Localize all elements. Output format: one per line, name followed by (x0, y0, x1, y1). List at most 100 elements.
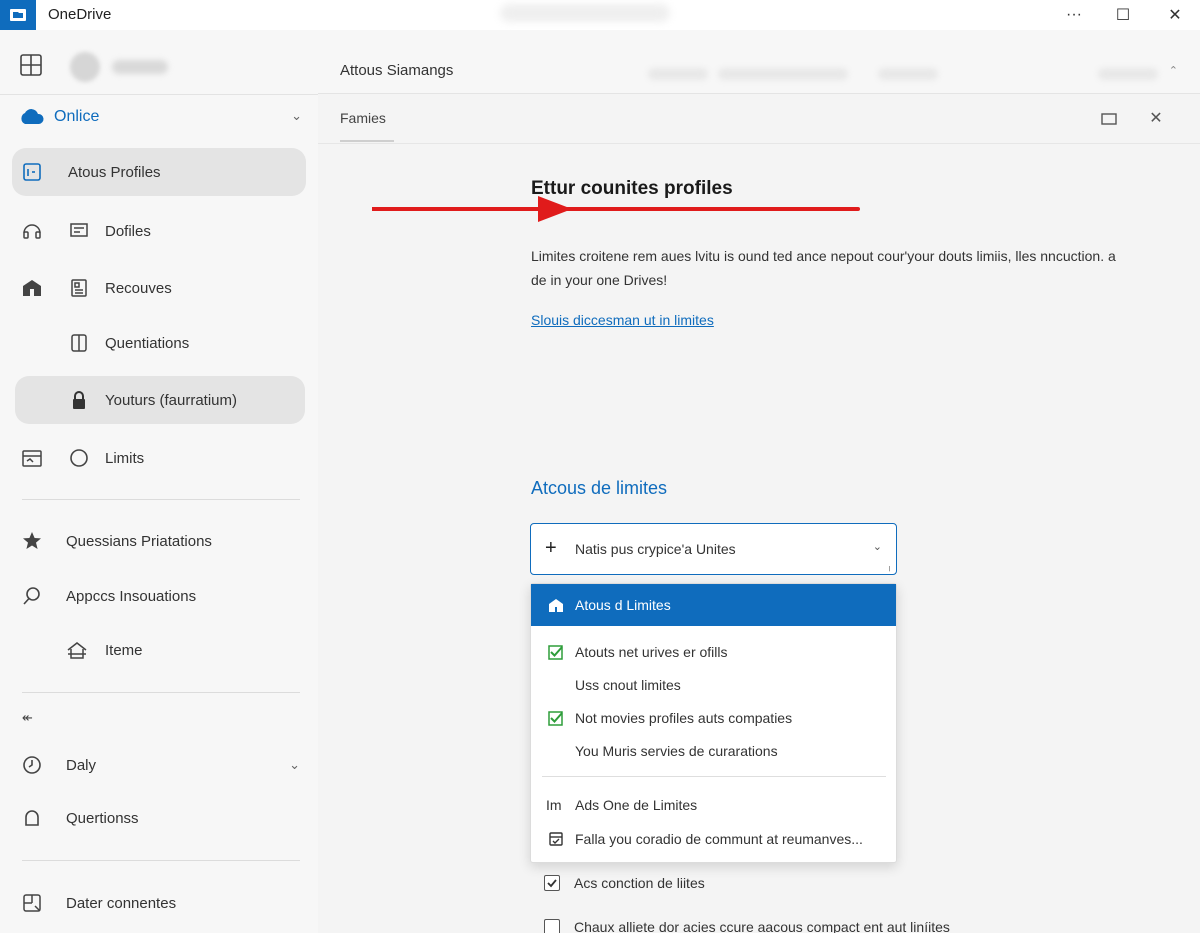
headset-icon (20, 219, 44, 243)
sidebar-item-daly[interactable]: Daly ⌄ (12, 741, 306, 789)
plus-icon: + (545, 537, 557, 559)
home-icon (66, 639, 88, 661)
calendar-icon (547, 830, 565, 848)
sidebar-item-label: Quentiations (105, 334, 190, 352)
sidebar-item-label: Dofiles (105, 222, 151, 240)
sidebar-item-iteme[interactable]: Iteme (12, 626, 306, 674)
dropdown-item-label: Uss cnout limites (575, 676, 681, 693)
header-blur (1098, 68, 1158, 80)
bell-icon (20, 806, 44, 830)
collapse-arrow-icon[interactable]: ↞ (22, 710, 33, 726)
checkbox-row[interactable]: Acs conction de liites (544, 871, 705, 895)
divider (22, 692, 300, 693)
restore-icon[interactable] (1098, 108, 1120, 130)
tab-famies[interactable]: Famies (340, 110, 394, 142)
checkbox-unchecked[interactable] (544, 919, 560, 933)
check-icon (547, 709, 565, 727)
document-icon (68, 277, 90, 299)
sidebar-item-quentiations[interactable]: Quentiations (12, 319, 306, 367)
dropdown-item-you-muris[interactable]: You Muris servies de curarations (531, 734, 896, 767)
check-icon (547, 643, 565, 661)
divider (22, 499, 300, 500)
cloud-icon (18, 108, 46, 126)
dropdown-item-label: Falla you coradio de communt at reumanve… (575, 830, 863, 847)
limits-combobox[interactable]: + Natis pus crypice'a Unites ⌄ ╷ (530, 523, 897, 575)
sidebar-item-dofiles[interactable]: Dofiles (12, 207, 306, 255)
header-blur (878, 68, 938, 80)
sidebar-item-limits[interactable]: Limits (12, 434, 306, 482)
main-header: Attous Siamangs ⌃ (318, 30, 1200, 94)
header-blur (648, 68, 708, 80)
lock-icon (68, 389, 90, 411)
sidebar-item-label: Youturs (faurratium) (105, 391, 237, 409)
dropdown-item-label: Atous d Limites (575, 597, 671, 613)
divider (0, 94, 318, 95)
checkbox-row[interactable]: Chaux alliete dor acies ccure aacous com… (544, 915, 950, 933)
chevron-down-icon[interactable]: ⌄ (289, 757, 300, 773)
description-text: Limites croitene rem aues lvitu is ound … (531, 248, 1116, 288)
sub-header: Famies ✕ (318, 94, 1200, 144)
sidebar-item-label: Atous Profiles (68, 163, 161, 181)
divider (22, 860, 300, 861)
dropdown-item-prefix: Im (546, 796, 562, 813)
chevron-down-icon[interactable]: ⌄ (291, 108, 302, 124)
sidebar-item-recouves[interactable]: Recouves (12, 264, 306, 312)
user-name-blur (112, 60, 168, 74)
panel-icon (68, 332, 90, 354)
star-icon (20, 529, 44, 553)
dropdown-item-ads-one[interactable]: Im Ads One de Limites (531, 788, 896, 821)
panel-close-button[interactable]: ✕ (1144, 106, 1168, 130)
sidebar-item-label: Recouves (105, 279, 172, 297)
divider (542, 776, 886, 777)
sidebar-item-label: Daly (66, 756, 97, 774)
learn-more-link[interactable]: Slouis diccesman ut in limites (531, 312, 714, 328)
note-icon (68, 220, 90, 242)
account-selector[interactable]: Onlice ⌄ (18, 104, 308, 130)
grid-icon[interactable] (18, 52, 46, 80)
dropdown-item-falla[interactable]: Falla you coradio de communt at reumanve… (531, 822, 896, 855)
close-button[interactable]: ✕ (1151, 0, 1199, 30)
dropdown-item-label: You Muris servies de curarations (575, 742, 778, 759)
sidebar-item-label: Quertionss (66, 809, 139, 827)
sidebar-item-label: Dater connentes (66, 894, 177, 912)
resize-handle-icon[interactable]: ╷ (887, 561, 892, 572)
tab-attous-siamangs[interactable]: Attous Siamangs (340, 62, 453, 79)
chevron-down-icon[interactable]: ⌄ (873, 540, 882, 553)
sidebar-item-quessians[interactable]: Quessians Priatations (12, 517, 306, 565)
circle-icon (68, 447, 90, 469)
page-title: Ettur counites profiles (531, 178, 733, 199)
avatar[interactable] (70, 52, 100, 82)
main-content: Attous Siamangs ⌃ Famies ✕ Ettur counite… (318, 30, 1200, 933)
onedrive-logo-icon (0, 0, 36, 30)
building-icon (20, 276, 44, 300)
checkbox-label: Chaux alliete dor acies ccure aacous com… (574, 919, 950, 933)
sidebar-item-quertionss[interactable]: Quertionss (12, 794, 306, 842)
checkbox-label: Acs conction de liites (574, 875, 705, 891)
sidebar-item-label: Limits (105, 449, 145, 467)
dropdown-item-label: Not movies profiles auts compaties (575, 709, 793, 726)
dropdown-item-not-movies[interactable]: Not movies profiles auts compaties (531, 701, 896, 734)
building-icon (547, 596, 565, 614)
dropdown-item-label: Atouts net urives er ofills (575, 643, 728, 660)
minimize-button[interactable]: ··· (1050, 0, 1098, 30)
checkbox-checked[interactable] (544, 875, 560, 891)
sidebar-item-label: Appccs Insouations (66, 587, 197, 605)
chevron-up-icon[interactable]: ⌃ (1169, 64, 1178, 77)
limits-dropdown: Atous d Limites Atouts net urives er ofi… (530, 583, 897, 863)
sidebar-item-atous-profiles[interactable]: Atous Profiles (12, 148, 306, 196)
sidebar-item-appccs[interactable]: Appccs Insouations (12, 572, 306, 620)
combobox-value: Natis pus crypice'a Unites (575, 541, 736, 557)
app-title: OneDrive (48, 6, 112, 23)
dropdown-item-atous-limites[interactable]: Atous d Limites (531, 584, 896, 626)
maximize-button[interactable]: ☐ (1099, 0, 1147, 30)
dropdown-item-uss-cnout[interactable]: Uss cnout limites (531, 668, 896, 701)
annotation-underline (531, 207, 860, 211)
dropdown-item-label: Ads One de Limites (575, 796, 698, 813)
sidebar-item-label: Quessians Priatations (66, 532, 212, 550)
sidebar-item-dater-connentes[interactable]: Dater connentes (12, 879, 306, 927)
account-label: Onlice (54, 108, 100, 125)
header-blur (718, 68, 848, 80)
calendar-icon (20, 446, 44, 470)
sidebar-item-youturs[interactable]: Youturs (faurratium) (15, 376, 305, 424)
dropdown-item-atouts[interactable]: Atouts net urives er ofills (531, 635, 896, 668)
